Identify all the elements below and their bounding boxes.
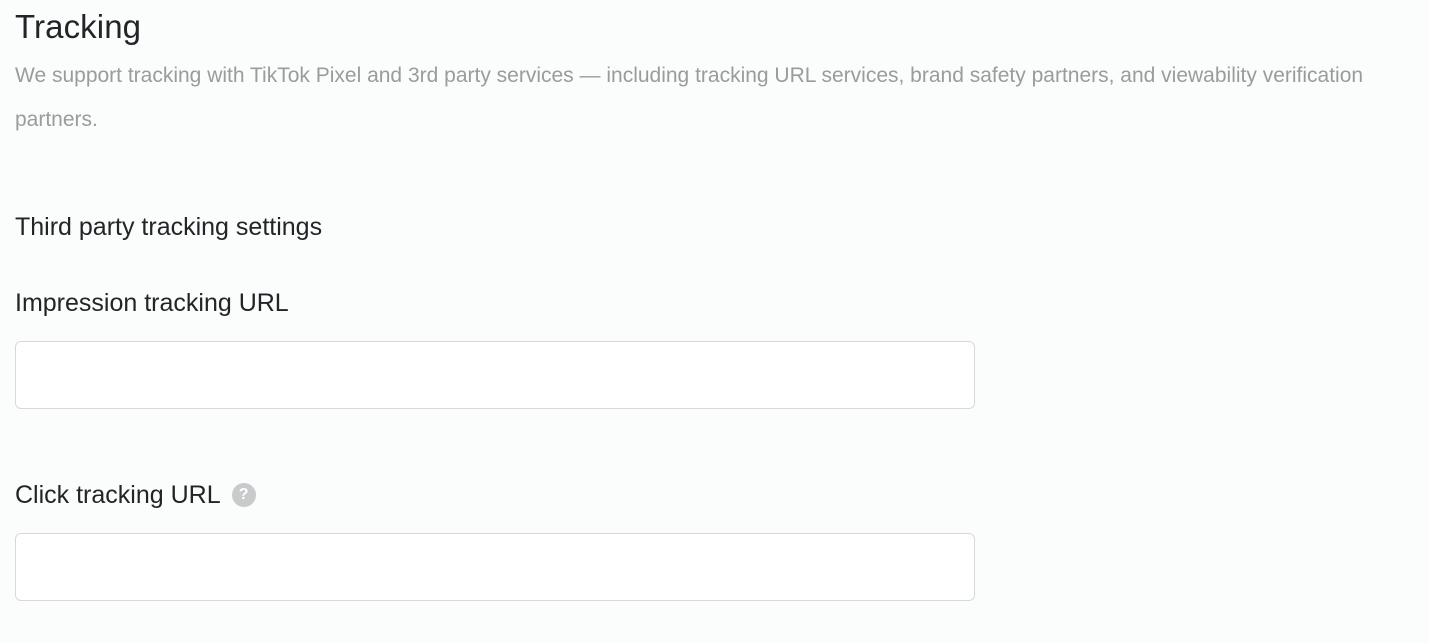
impression-tracking-label-text: Impression tracking URL <box>15 289 289 317</box>
click-tracking-url-input[interactable] <box>15 533 975 601</box>
click-tracking-label: Click tracking URL ? <box>15 478 256 512</box>
impression-tracking-url-input[interactable] <box>15 341 975 409</box>
impression-tracking-label: Impression tracking URL <box>15 286 289 320</box>
section-title: Tracking <box>15 8 142 45</box>
tracking-section: Tracking We support tracking with TikTok… <box>0 0 1429 643</box>
third-party-tracking-heading: Third party tracking settings <box>15 213 323 241</box>
click-tracking-label-text: Click tracking URL <box>15 481 221 509</box>
section-description: We support tracking with TikTok Pixel an… <box>15 64 1364 131</box>
question-mark-help-icon[interactable]: ? <box>231 483 256 507</box>
